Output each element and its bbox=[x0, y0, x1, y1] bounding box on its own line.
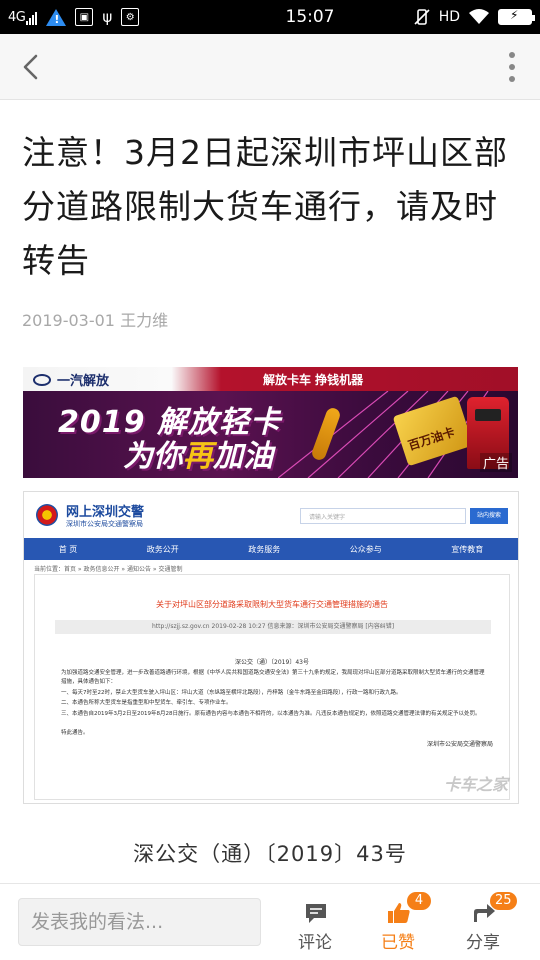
doc-paragraph: 为加强道路交通安全管理，进一步改善道路通行环境，根据《中华人民共和国道路交通安全… bbox=[61, 670, 485, 685]
doc-watermark: 卡车之家 bbox=[443, 775, 508, 794]
network-indicator: 4G bbox=[8, 9, 38, 25]
fuel-card-text: 百万油卡 bbox=[406, 424, 457, 453]
doc-signature: 深圳市公安局交通警察局 bbox=[426, 741, 493, 748]
ad-slogan: 解放卡车 挣钱机器 bbox=[263, 373, 364, 387]
doc-header: 网上深圳交警 深圳市公安局交通警察局 请输入关键字 站内搜索 bbox=[24, 492, 518, 538]
hd-indicator: HD bbox=[438, 9, 460, 25]
doc-paragraph: 三、本通告自2019年3月2日至2019年8月28日施行。原有通告内容与本通告不… bbox=[61, 711, 481, 717]
doc-search-box: 请输入关键字 bbox=[300, 508, 466, 524]
doc-nav-item: 公众参与 bbox=[349, 544, 382, 554]
faw-logo-icon bbox=[33, 373, 51, 386]
share-count-badge: 25 bbox=[490, 892, 517, 910]
warning-icon: ! bbox=[46, 8, 67, 26]
usb-icon: ψ bbox=[102, 8, 113, 26]
top-nav-bar bbox=[0, 34, 540, 100]
status-bar: 4G ! ▣ ψ ⚙ 15:07 HD ⚡ bbox=[0, 0, 540, 34]
doc-search-button: 站内搜索 bbox=[470, 508, 508, 524]
doc-title: 关于对坪山区部分道路采取限制大型货车通行交通管理措施的通告 bbox=[156, 600, 388, 609]
doc-nav-item: 政务服务 bbox=[248, 544, 281, 554]
doc-paragraph: 一、每天7时至22时，禁止大型货车驶入坪山区：坪山大道（东纵路至横坪北路段），丹… bbox=[61, 690, 402, 696]
signal-icon bbox=[26, 11, 38, 25]
vibrate-off-icon bbox=[414, 9, 430, 25]
article-date: 2019-03-01 bbox=[22, 311, 115, 330]
doc-site-name: 网上深圳交警 bbox=[66, 505, 145, 520]
doc-body: 关于对坪山区部分道路采取限制大型货车通行交通管理措施的通告 http://szj… bbox=[34, 574, 510, 800]
ad-line2-b: 再 bbox=[183, 439, 213, 474]
article-meta: 2019-03-01 王力维 bbox=[22, 307, 168, 331]
comment-input[interactable]: 发表我的看法... bbox=[18, 898, 261, 946]
vertical-dots-icon[interactable] bbox=[506, 52, 518, 82]
document-number-caption: 深公交（通）〔2019〕43号 bbox=[133, 842, 407, 866]
chevron-left-icon[interactable] bbox=[16, 51, 48, 83]
status-left: 4G ! ▣ ψ ⚙ bbox=[8, 8, 208, 26]
network-type: 4G bbox=[8, 9, 26, 25]
doc-paragraph: 二、本通告所称大型货车是指重型和中型货车、牵引车、专项作业车。 bbox=[61, 700, 232, 706]
ad-brand: 一汽解放 bbox=[33, 370, 109, 389]
doc-paragraph: 特此通告。 bbox=[61, 730, 89, 736]
article-author: 王力维 bbox=[120, 311, 169, 330]
status-right: HD ⚡ bbox=[413, 8, 535, 26]
ad-banner[interactable]: 一汽解放 解放卡车 挣钱机器 2019 解放轻卡 为你再加油 百万油卡 广告 bbox=[23, 367, 518, 478]
doc-info-bar: http://szjj.sz.gov.cn 2019-02-28 10:27 信… bbox=[55, 620, 491, 634]
screenshot-icon: ▣ bbox=[75, 8, 94, 26]
wifi-icon bbox=[469, 9, 489, 24]
comment-button[interactable]: 评论 bbox=[280, 898, 350, 954]
usb-debug-icon: ⚙ bbox=[121, 8, 140, 26]
ad-brand-text: 一汽解放 bbox=[57, 374, 110, 389]
comment-bubble-icon bbox=[306, 904, 326, 923]
like-button[interactable]: 4 已赞 bbox=[363, 892, 433, 954]
ad-line2-a: 为你 bbox=[123, 439, 183, 474]
doc-number: 深公交（通）〔2019〕43号 bbox=[235, 659, 309, 666]
comment-label: 评论 bbox=[298, 933, 332, 953]
ad-subheadline: 为你再加油 bbox=[123, 431, 273, 475]
doc-breadcrumb: 当前位置：首页 » 政务信息公开 » 通知公告 » 交通管制 bbox=[34, 566, 183, 573]
bottom-action-bar: 发表我的看法... 评论 4 已赞 25 分享 bbox=[0, 883, 540, 960]
doc-site-org: 深圳市公安局交通警察局 bbox=[66, 520, 143, 528]
ad-line2-c: 加油 bbox=[213, 439, 273, 474]
like-label: 已赞 bbox=[381, 933, 415, 953]
notice-screenshot-image[interactable]: 网上深圳交警 深圳市公安局交通警察局 请输入关键字 站内搜索 首 页 政务公开 … bbox=[23, 491, 519, 804]
share-button[interactable]: 25 分享 bbox=[448, 892, 518, 954]
share-label: 分享 bbox=[466, 933, 500, 953]
doc-nav-item: 首 页 bbox=[58, 544, 78, 554]
ad-label: 广告 bbox=[479, 453, 512, 472]
clock: 15:07 bbox=[285, 7, 335, 27]
police-emblem-icon bbox=[36, 504, 58, 526]
like-count-badge: 4 bbox=[407, 892, 431, 910]
article-title: 注意！3月2日起深圳市坪山区部分道路限制大货车通行，请及时转告 bbox=[22, 133, 508, 280]
doc-nav-item: 政务公开 bbox=[146, 544, 179, 554]
battery-charging-icon: ⚡ bbox=[498, 8, 535, 25]
doc-nav-item: 宣传教育 bbox=[451, 544, 484, 554]
doc-nav-bar: 首 页 政务公开 政务服务 公众参与 宣传教育 bbox=[24, 538, 518, 560]
